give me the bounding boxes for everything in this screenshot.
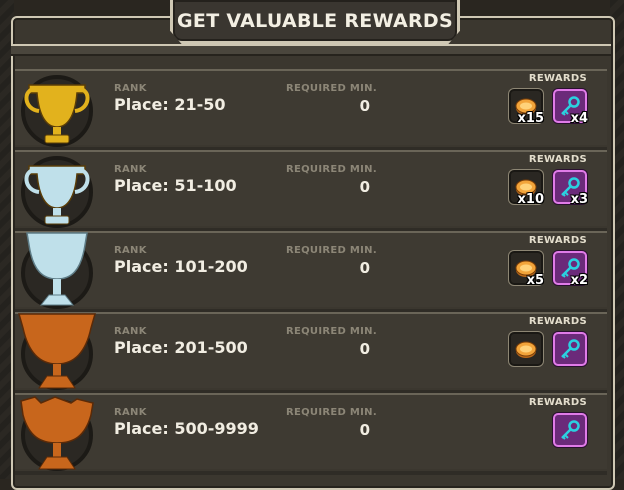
gold-trophy-icon: [15, 69, 99, 149]
rank-label: RANK: [114, 407, 147, 418]
key-icon: [561, 339, 580, 359]
tier-row: RANK Place: 51-100 REQUIRED MIN. 0 REWARDS x1…: [15, 150, 607, 232]
reward-key[interactable]: x4: [553, 89, 588, 126]
required-min-label: REQUIRED MIN.: [286, 164, 377, 175]
required-min-label: REQUIRED MIN.: [286, 326, 377, 337]
reward-quantity: x4: [570, 111, 588, 126]
rewards-label: REWARDS: [528, 235, 587, 246]
tier-row: RANK Place: 21-50 REQUIRED MIN. 0 REWARDS x15…: [15, 69, 607, 151]
rank-label: RANK: [114, 326, 147, 337]
rewards-label: REWARDS: [528, 73, 587, 84]
rank-label: RANK: [114, 245, 147, 256]
silver-cup-icon: [15, 231, 99, 311]
bronze-cup-icon: [15, 312, 99, 392]
reward-quantity: x2: [570, 273, 588, 288]
reward-key[interactable]: [553, 413, 587, 447]
required-min-value: 0: [359, 421, 370, 439]
place-value: Place: 500-9999: [114, 419, 259, 438]
rank-label: RANK: [114, 83, 147, 94]
place-value: Place: 21-50: [114, 95, 226, 114]
tier-row: RANK Place: 101-200 REQUIRED MIN. 0 REWARDS x…: [15, 231, 607, 313]
reward-coin[interactable]: x10: [509, 170, 544, 207]
rewards-label: REWARDS: [528, 316, 587, 327]
reward-quantity: x3: [570, 192, 588, 207]
reward-coin[interactable]: [509, 332, 543, 366]
reward-quantity: x5: [526, 273, 544, 288]
required-min-value: 0: [359, 178, 370, 196]
reward-quantity: x10: [517, 192, 544, 207]
required-min-value: 0: [359, 259, 370, 277]
place-value: Place: 101-200: [114, 257, 248, 276]
place-value: Place: 201-500: [114, 338, 248, 357]
reward-key[interactable]: x3: [553, 170, 588, 207]
place-value: Place: 51-100: [114, 176, 237, 195]
required-min-label: REQUIRED MIN.: [286, 245, 377, 256]
reward-key[interactable]: [553, 332, 587, 366]
rewards-label: REWARDS: [528, 154, 587, 165]
required-min-label: REQUIRED MIN.: [286, 407, 377, 418]
required-min-value: 0: [359, 340, 370, 358]
required-min-label: REQUIRED MIN.: [286, 83, 377, 94]
reward-key[interactable]: x2: [553, 251, 588, 288]
reward-coin[interactable]: x5: [509, 251, 544, 288]
reward-quantity: x15: [517, 111, 544, 126]
rewards-label: REWARDS: [528, 397, 587, 408]
tier-row: RANK Place: 201-500 REQUIRED MIN. 0 REWARDS: [15, 312, 607, 394]
header-strip: [11, 44, 611, 56]
rank-label: RANK: [114, 164, 147, 175]
coin-icon: [515, 341, 537, 358]
panel-title: GET VALUABLE REWARDS: [177, 10, 453, 32]
reward-coin[interactable]: x15: [509, 89, 544, 126]
key-icon: [561, 420, 580, 440]
tier-row: RANK Place: 500-9999 REQUIRED MIN. 0 REWARDS: [15, 393, 607, 475]
silver-trophy-icon: [15, 150, 99, 230]
required-min-value: 0: [359, 97, 370, 115]
bronze-bowl-icon: [15, 393, 99, 473]
